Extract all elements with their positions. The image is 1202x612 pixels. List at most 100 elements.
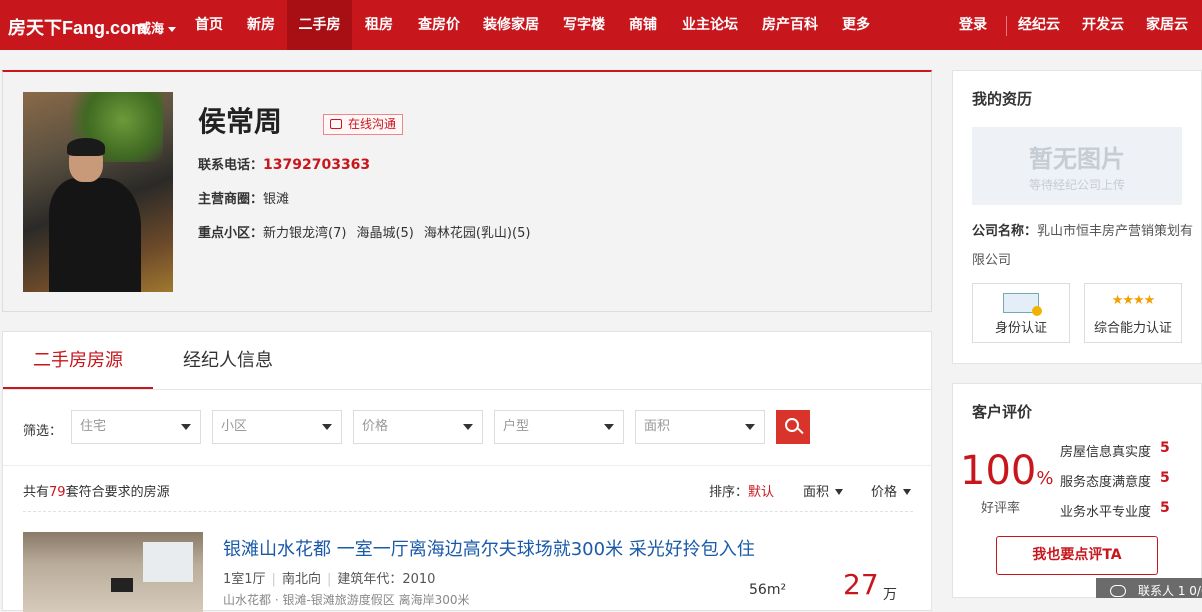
nav-dev-cloud[interactable]: 开发云 (1080, 0, 1126, 50)
rating-value: 5 (1160, 470, 1170, 486)
ability-verification-badge[interactable]: ★★★★ 综合能力认证 (1084, 283, 1182, 343)
nav-more[interactable]: 更多 (836, 0, 876, 50)
nav-forum[interactable]: 业主论坛 (676, 0, 744, 50)
online-chat-button[interactable]: 在线沟通 (323, 114, 404, 135)
nav-second-hand[interactable]: 二手房 (287, 0, 352, 50)
nav-home-cloud[interactable]: 家居云 (1144, 0, 1190, 50)
community-link[interactable]: 海晶城(5) (356, 226, 413, 241)
nav-home[interactable]: 首页 (188, 0, 230, 50)
sort-label: 排序： (709, 485, 749, 500)
city-selector[interactable]: 威海 (138, 18, 177, 37)
tab-agent-info[interactable]: 经纪人信息 (153, 332, 303, 389)
login-link[interactable]: 登录 (955, 0, 991, 50)
nav-office[interactable]: 写字楼 (558, 0, 610, 50)
positive-rate-label: 好评率 (981, 501, 1021, 516)
city-label: 威海 (138, 22, 165, 37)
meta-separator: | (326, 572, 332, 587)
listing-title[interactable]: 银滩山水花都 一室一厅离海边高尔夫球场就300米 采光好拎包入住 (223, 535, 755, 561)
nav-divider (1006, 16, 1007, 36)
rating-label: 服务态度满意度 (1060, 475, 1152, 490)
positive-rate-value: 100 (960, 448, 1037, 494)
id-card-graphic (1003, 293, 1042, 316)
listing-price-unit: 万 (883, 587, 897, 603)
filter-label: 筛选： (23, 424, 63, 439)
nav-rent[interactable]: 租房 (358, 0, 400, 50)
avatar (23, 92, 173, 292)
no-image-text: 暂无图片 (1029, 145, 1125, 173)
customer-reviews: 客户评价 100% 好评率 房屋信息真实度 5 服务态度满意度 5 业务水平专业… (952, 383, 1202, 598)
no-image-subtext: 等待经纪公司上传 (1028, 178, 1125, 192)
caret-down-icon (745, 424, 755, 430)
area-label: 主营商圈： (198, 192, 264, 207)
price-select[interactable]: 价格 (353, 410, 483, 444)
type-select[interactable]: 住宅 (71, 410, 201, 444)
thumb-window (143, 542, 193, 582)
company-name: 公司名称：乳山市恒丰房产营销策划有限公司 (972, 217, 1197, 275)
caret-down-icon (604, 424, 614, 430)
search-icon-handle (797, 427, 804, 435)
select-value: 住宅 (80, 419, 107, 434)
star-rating-icon: ★★★★ (1111, 293, 1156, 308)
thumb-tv (111, 578, 133, 592)
listing-location[interactable]: 山水花都 · 银滩-银滩旅游度假区 离海岸300米 (223, 591, 470, 608)
search-button[interactable] (776, 410, 810, 444)
agent-resume: 我的资历 暂无图片 等待经纪公司上传 公司名称：乳山市恒丰房产营销策划有限公司 … (952, 70, 1202, 364)
phone-number: 13792703363 (263, 157, 371, 173)
contact-bar[interactable]: 联系人 1 0/0 (1096, 578, 1202, 598)
listing-thumbnail[interactable] (23, 532, 203, 612)
percent-sign: % (1036, 468, 1054, 489)
avatar-person (49, 138, 141, 292)
listing-meta: 1室1厅 | 南北向 | 建筑年代：2010 (223, 568, 435, 587)
listing-area: 56m² (749, 582, 787, 598)
nav-new-homes[interactable]: 新房 (240, 0, 282, 50)
listing-year: 建筑年代：2010 (337, 572, 436, 587)
chat-bubble-icon (1110, 585, 1126, 597)
listing-price: 27 (843, 568, 879, 601)
sort-by-area[interactable]: 面积 (803, 481, 844, 500)
avatar-hair (67, 138, 105, 156)
sort-by-price[interactable]: 价格 (871, 481, 912, 500)
sort-default[interactable]: 排序：默认 (709, 481, 774, 500)
community-link[interactable]: 海林花园(乳山)(5) (424, 226, 531, 241)
agent-profile: 侯常周 在线沟通 联系电话：13792703363 主营商圈：银滩 重点小区：新… (2, 70, 932, 312)
avatar-body (49, 178, 141, 292)
count-number: 79 (49, 485, 66, 500)
phone-label: 联系电话： (198, 158, 264, 173)
sort-default-label: 默认 (748, 485, 775, 500)
communities-line: 重点小区：新力银龙湾(7) 海晶城(5) 海林花园(乳山)(5) (198, 222, 530, 241)
nav-shops[interactable]: 商铺 (622, 0, 664, 50)
nav-agent-cloud[interactable]: 经纪云 (1016, 0, 1062, 50)
nav-wiki[interactable]: 房产百科 (756, 0, 824, 50)
listing-layout: 1室1厅 (223, 572, 266, 587)
nav-price-check[interactable]: 查房价 (411, 0, 467, 50)
tab-divider (3, 389, 931, 390)
resume-title: 我的资历 (972, 90, 1033, 108)
count-prefix: 共有 (23, 485, 50, 500)
site-logo[interactable]: 房天下Fang.com (8, 14, 147, 40)
sort-area-label: 面积 (803, 485, 830, 500)
write-review-button[interactable]: 我也要点评TA (996, 536, 1158, 575)
top-nav: 房天下Fang.com 威海 首页 新房 二手房 租房 查房价 装修家居 写字楼… (0, 0, 1202, 50)
id-verification-badge[interactable]: 身份认证 (972, 283, 1070, 343)
community-select[interactable]: 小区 (212, 410, 342, 444)
phone-line: 联系电话：13792703363 (198, 154, 370, 173)
select-value: 小区 (221, 419, 248, 434)
rating-label: 房屋信息真实度 (1060, 445, 1152, 460)
layout-select[interactable]: 户型 (494, 410, 624, 444)
nav-decoration[interactable]: 装修家居 (479, 0, 543, 50)
caret-down-icon (181, 424, 191, 430)
chat-icon (330, 119, 342, 129)
tab-second-hand[interactable]: 二手房房源 (3, 332, 153, 389)
count-suffix: 套符合要求的房源 (65, 485, 170, 500)
meta-separator: | (271, 572, 276, 587)
select-value: 价格 (362, 419, 389, 434)
chevron-down-icon (168, 27, 177, 32)
positive-rate: 100% (960, 448, 1053, 494)
communities-label: 重点小区： (198, 226, 264, 241)
filter-divider (3, 465, 931, 466)
area-select[interactable]: 面积 (635, 410, 765, 444)
search-icon (785, 418, 799, 432)
community-link[interactable]: 新力银龙湾(7) (263, 226, 346, 241)
rating-value: 5 (1160, 500, 1170, 516)
arrow-down-icon (903, 489, 912, 495)
